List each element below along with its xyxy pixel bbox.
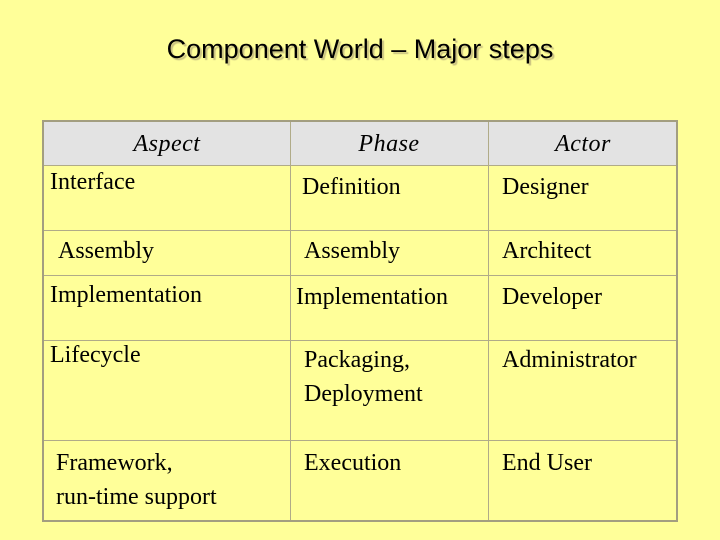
cell-actor: End User [502,450,592,476]
column-divider [290,122,291,520]
cell-aspect: Assembly [58,238,154,264]
row-divider [44,230,676,231]
cell-actor: Architect [502,238,592,264]
cell-phase-line2: Deployment [304,381,423,407]
cell-phase: Assembly [304,238,400,264]
cell-aspect: Interface [50,169,136,195]
cell-phase: Execution [304,450,402,476]
cell-actor: Designer [502,174,589,200]
cell-aspect: Implementation [50,282,202,308]
row-divider [44,275,676,276]
header-aspect: Aspect [133,131,201,157]
slide-title: Component World – Major steps [166,34,554,64]
cell-aspect: Lifecycle [50,342,141,368]
cell-actor: Administrator [502,347,637,373]
cell-phase-line1: Packaging, [304,347,410,373]
header-phase: Phase [358,131,420,157]
cell-aspect-line2: run-time support [56,484,217,510]
column-divider [488,122,489,520]
header-actor: Actor [555,131,611,157]
cell-aspect-line1: Framework, [56,450,173,476]
cell-actor: Developer [502,284,602,310]
cell-phase: Implementation [296,284,448,310]
cell-phase: Definition [302,174,401,200]
steps-table: Aspect Phase Actor Interface Definition … [42,120,678,522]
row-divider [44,440,676,441]
